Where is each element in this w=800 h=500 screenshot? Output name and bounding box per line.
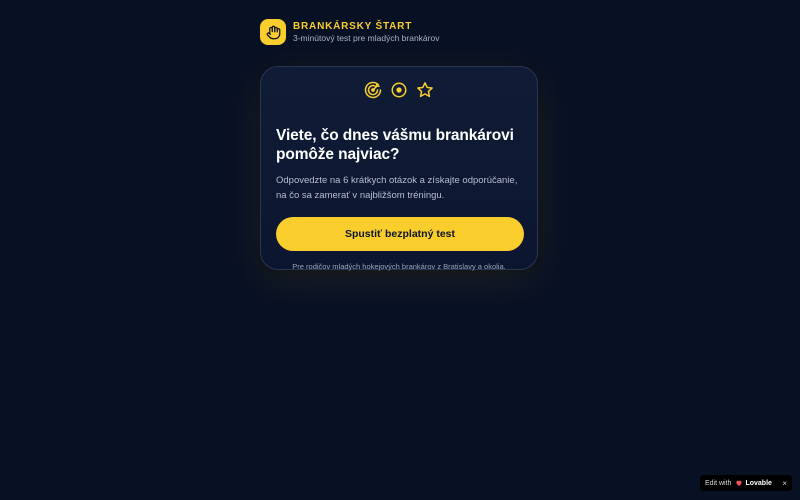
badge-prefix: Edit with xyxy=(705,479,732,487)
brand-tagline: 3-minútový test pre mladých brankárov xyxy=(293,32,440,43)
target-icon xyxy=(364,81,382,99)
card-footnote: Pre rodičov mladých hokejových brankárov… xyxy=(292,262,506,271)
brand-logo xyxy=(260,19,286,45)
hand-icon xyxy=(266,25,281,40)
edit-with-lovable-badge[interactable]: Edit with Lovable × xyxy=(700,475,792,491)
brand-name: BRANKÁRSKY ŠTART xyxy=(293,20,413,32)
page: BRANKÁRSKY ŠTART 3-minútový test pre mla… xyxy=(0,0,800,500)
heart-icon xyxy=(735,479,743,487)
badge-brand: Lovable xyxy=(745,479,772,487)
start-test-button[interactable]: Spustiť bezplatný test xyxy=(276,217,524,251)
brand-header: BRANKÁRSKY ŠTART 3-minútový test pre mla… xyxy=(260,19,439,45)
puck-icon xyxy=(390,81,408,99)
intro-card: Viete, čo dnes vášmu brankárovi pomôže n… xyxy=(260,66,538,271)
close-badge-icon[interactable]: × xyxy=(782,479,787,488)
star-icon xyxy=(416,81,434,99)
icon-row xyxy=(276,81,522,99)
card-headline: Viete, čo dnes vášmu brankárovi pomôže n… xyxy=(276,127,514,163)
card-description: Odpovedzte na 6 krátkych otázok a získaj… xyxy=(276,175,518,201)
